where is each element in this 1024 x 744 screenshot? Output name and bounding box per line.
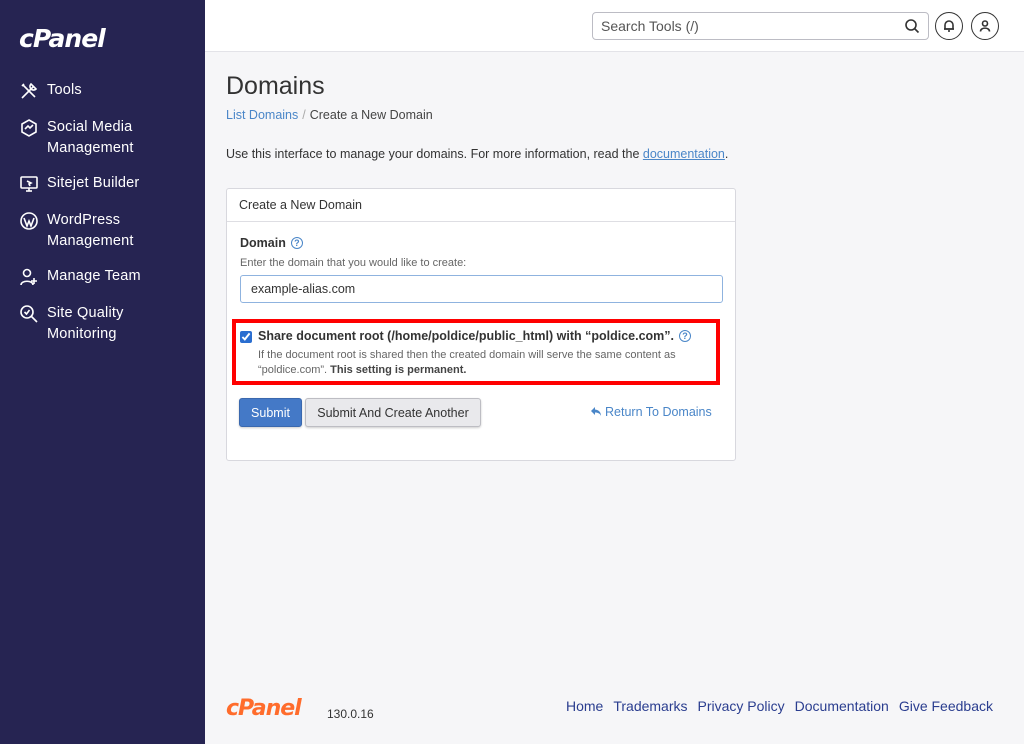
team-icon (19, 267, 41, 289)
sidebar-item-tools[interactable]: Tools (0, 80, 205, 103)
page-title: Domains (226, 72, 325, 100)
magnifier-icon (19, 304, 41, 326)
share-document-root-checkbox[interactable] (240, 331, 252, 343)
domain-label-text: Domain (240, 236, 286, 250)
bell-icon (944, 20, 954, 32)
sidebar-item-sitejet[interactable]: Sitejet Builder (0, 173, 205, 196)
return-to-domains-link[interactable]: Return To Domains (590, 405, 712, 419)
sidebar-item-manage-team[interactable]: Manage Team (0, 266, 205, 289)
search-box (592, 12, 929, 40)
share-desc-text: If the document root is shared then the … (258, 349, 676, 376)
sidebar-item-label: WordPress Management (47, 212, 134, 249)
submit-and-create-another-button[interactable]: Submit And Create Another (305, 398, 481, 427)
sitejet-icon (19, 174, 41, 196)
domain-help-text: Enter the domain that you would like to … (240, 257, 467, 269)
sidebar-item-label: Manage Team (47, 268, 141, 284)
breadcrumb-separator: / (302, 108, 306, 122)
domain-label: Domain ? (240, 236, 303, 250)
share-document-root-label-text: Share document root (/home/poldice/publi… (258, 329, 675, 343)
footer-link-privacy-policy[interactable]: Privacy Policy (698, 698, 785, 714)
cpanel-logo[interactable]: cPanel (19, 24, 106, 53)
intro-text-end: . (724, 147, 729, 161)
sidebar: cPanel Tools Social Media Management Sit… (0, 0, 205, 744)
top-header (205, 0, 1024, 52)
intro-text: Use this interface to manage your domain… (226, 147, 728, 161)
sidebar-item-social-media[interactable]: Social Media Management (0, 117, 205, 159)
share-document-root-label[interactable]: Share document root (/home/poldice/publi… (258, 329, 692, 343)
help-icon[interactable]: ? (290, 237, 303, 249)
share-desc-permanent: This setting is permanent. (330, 364, 467, 376)
search-input[interactable] (593, 13, 893, 39)
social-media-icon (19, 118, 41, 140)
sidebar-item-label: Sitejet Builder (47, 175, 140, 191)
user-icon (979, 20, 991, 32)
panel-heading: Create a New Domain (227, 189, 735, 222)
submit-button[interactable]: Submit (239, 398, 302, 427)
breadcrumb-list-domains[interactable]: List Domains (226, 108, 298, 122)
footer-links: Home Trademarks Privacy Policy Documenta… (566, 698, 993, 714)
search-icon[interactable] (904, 18, 920, 34)
footer-link-trademarks[interactable]: Trademarks (613, 698, 687, 714)
version-text: 130.0.16 (327, 707, 374, 721)
notifications-button[interactable] (935, 12, 963, 40)
footer-link-documentation[interactable]: Documentation (795, 698, 889, 714)
breadcrumb: List Domains / Create a New Domain (226, 108, 433, 122)
help-icon[interactable]: ? (679, 330, 692, 342)
sidebar-item-wordpress[interactable]: WordPress Management (0, 210, 205, 252)
footer-cpanel-logo[interactable]: cPanel (226, 696, 302, 721)
create-domain-panel: Create a New Domain Domain ? Enter the d… (226, 188, 736, 461)
sidebar-item-label: Tools (47, 82, 82, 98)
return-arrow-icon (591, 407, 601, 416)
sidebar-nav: Tools Social Media Management Sitejet Bu… (0, 80, 205, 359)
return-to-domains-label: Return To Domains (605, 405, 712, 419)
breadcrumb-current: Create a New Domain (309, 108, 433, 122)
share-document-root-description: If the document root is shared then the … (258, 348, 718, 378)
sidebar-item-label: Site Quality Monitoring (47, 305, 124, 342)
intro-text-body: Use this interface to manage your domain… (226, 147, 643, 161)
sidebar-item-label: Social Media Management (47, 119, 134, 156)
tools-icon (19, 81, 41, 103)
footer-link-home[interactable]: Home (566, 698, 603, 714)
user-menu-button[interactable] (971, 12, 999, 40)
documentation-link[interactable]: documentation (643, 147, 725, 161)
domain-input[interactable] (240, 275, 723, 303)
share-document-root-highlight: Share document root (/home/poldice/publi… (232, 319, 720, 385)
footer-link-give-feedback[interactable]: Give Feedback (899, 698, 993, 714)
wordpress-icon (19, 211, 41, 233)
sidebar-item-site-quality[interactable]: Site Quality Monitoring (0, 303, 205, 345)
